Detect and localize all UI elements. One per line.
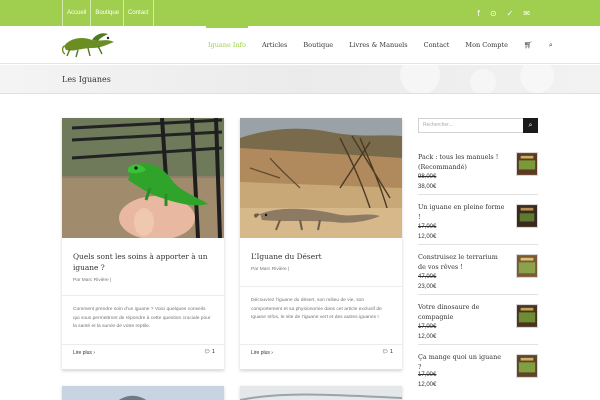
page-title-bar: Les Iguanes	[0, 65, 600, 94]
comment-count: 1	[389, 349, 393, 355]
product-price: 12,00€	[418, 334, 437, 340]
iguana-logo[interactable]	[62, 30, 116, 58]
post-meta: Par Marc Rivière |	[73, 278, 112, 283]
main-nav: Iguane Info Articles Boutique Livres & M…	[200, 26, 561, 64]
nav-articles[interactable]: Articles	[254, 26, 295, 64]
comments-link[interactable]: 💬︎ 1	[382, 349, 393, 355]
post-image-desert-iguana[interactable]	[240, 118, 402, 238]
chevron-right-icon: ›	[271, 350, 273, 356]
search-icon[interactable]: ⌕	[541, 26, 561, 64]
product-item[interactable]: Votre dinosaure de compagnie 17,00€ 12,0…	[418, 302, 538, 345]
top-link-accueil[interactable]: Accueil	[62, 0, 92, 26]
decor-bubble	[520, 65, 554, 93]
product-thumbnail[interactable]	[516, 304, 538, 328]
post-title[interactable]: L’Iguane du Désert	[251, 251, 391, 262]
product-item[interactable]: Pack : tous les manuels ! (Recommandé) 9…	[418, 152, 538, 195]
read-more-label: Lire plus	[251, 350, 270, 356]
twitter-icon[interactable]: ✓	[507, 9, 514, 18]
post-image[interactable]	[62, 386, 224, 400]
sidebar-search: Rechercher... ⌕	[418, 118, 538, 133]
product-thumbnail[interactable]	[516, 204, 538, 228]
product-item[interactable]: Construisez le terrarium de vos rêves ! …	[418, 252, 538, 295]
comment-count: 1	[211, 349, 215, 355]
post-image[interactable]	[240, 386, 402, 400]
product-price: 38,00€	[418, 184, 437, 190]
comment-icon: 💬︎	[381, 349, 389, 355]
post-card	[240, 386, 402, 400]
product-thumbnail[interactable]	[516, 254, 538, 278]
top-link-boutique[interactable]: Boutique	[91, 0, 125, 26]
read-more-link[interactable]: Lire plus ›	[251, 350, 273, 356]
top-bar: Accueil Boutique Contact f ⊙ ✓ ✉	[0, 0, 600, 26]
search-input[interactable]: Rechercher...	[418, 118, 524, 133]
post-card	[62, 386, 224, 400]
top-link-contact[interactable]: Contact	[124, 0, 154, 26]
chevron-right-icon: ›	[93, 350, 95, 356]
product-old-price: 17,00€	[418, 224, 437, 230]
product-name[interactable]: Un iguane en pleine forme !	[418, 202, 506, 222]
cart-icon[interactable]: 🛒︎	[516, 26, 541, 64]
nav-contact[interactable]: Contact	[416, 26, 458, 64]
post-footer: Lire plus › 💬︎ 1	[62, 344, 224, 362]
post-card: Quels sont les soins à apporter à un igu…	[62, 118, 224, 370]
comments-link[interactable]: 💬︎ 1	[204, 349, 215, 355]
divider	[240, 286, 402, 287]
post-excerpt: Comment prendre soin d’un iguane ? Voici…	[73, 307, 211, 330]
post-excerpt: Découvrez l’iguane du désert, son milieu…	[251, 298, 382, 321]
top-nav: Accueil Boutique Contact	[62, 0, 154, 26]
product-price: 12,00€	[418, 234, 437, 240]
product-name[interactable]: Ça mange quoi un iguane ?	[418, 352, 506, 372]
product-name[interactable]: Votre dinosaure de compagnie	[418, 302, 506, 322]
product-old-price: 47,00€	[418, 274, 437, 280]
product-name[interactable]: Pack : tous les manuels ! (Recommandé)	[418, 152, 506, 172]
nav-mon-compte[interactable]: Mon Compte	[457, 26, 516, 64]
post-footer: Lire plus › 💬︎ 1	[240, 344, 402, 362]
nav-iguane-info[interactable]: Iguane Info	[200, 26, 254, 64]
product-price: 23,00€	[418, 284, 437, 290]
page-title: Les Iguanes	[62, 75, 111, 84]
search-icon: ⌕	[528, 121, 533, 129]
product-old-price: 17,00€	[418, 372, 437, 378]
product-old-price: 17,00€	[418, 324, 437, 330]
post-title[interactable]: Quels sont les soins à apporter à un igu…	[73, 251, 213, 273]
product-thumbnail[interactable]	[516, 152, 538, 176]
divider	[62, 295, 224, 296]
post-meta: Par Marc Rivière |	[251, 267, 290, 272]
read-more-link[interactable]: Lire plus ›	[73, 350, 95, 356]
product-thumbnail[interactable]	[516, 354, 538, 378]
site-header: Iguane Info Articles Boutique Livres & M…	[0, 26, 600, 64]
product-price: 12,00€	[418, 382, 437, 388]
read-more-label: Lire plus	[73, 350, 92, 356]
mail-icon[interactable]: ✉	[523, 9, 530, 18]
post-image-green-iguana[interactable]	[62, 118, 224, 238]
social-links: f ⊙ ✓ ✉	[477, 0, 530, 26]
product-name[interactable]: Construisez le terrarium de vos rêves !	[418, 252, 506, 272]
nav-boutique[interactable]: Boutique	[295, 26, 341, 64]
search-button[interactable]: ⌕	[523, 118, 538, 133]
product-item[interactable]: Un iguane en pleine forme ! 17,00€ 12,00…	[418, 202, 538, 245]
rss-icon[interactable]: ⊙	[490, 9, 497, 18]
facebook-icon[interactable]: f	[477, 9, 480, 18]
decor-bubble	[470, 69, 496, 93]
nav-livres-manuels[interactable]: Livres & Manuels	[341, 26, 415, 64]
product-old-price: 98,00€	[418, 174, 437, 180]
decor-bubble	[400, 65, 440, 93]
comment-icon: 💬︎	[203, 349, 211, 355]
post-card: L’Iguane du Désert Par Marc Rivière | Dé…	[240, 118, 402, 370]
product-item[interactable]: Ça mange quoi un iguane ? 17,00€ 12,00€	[418, 352, 538, 394]
